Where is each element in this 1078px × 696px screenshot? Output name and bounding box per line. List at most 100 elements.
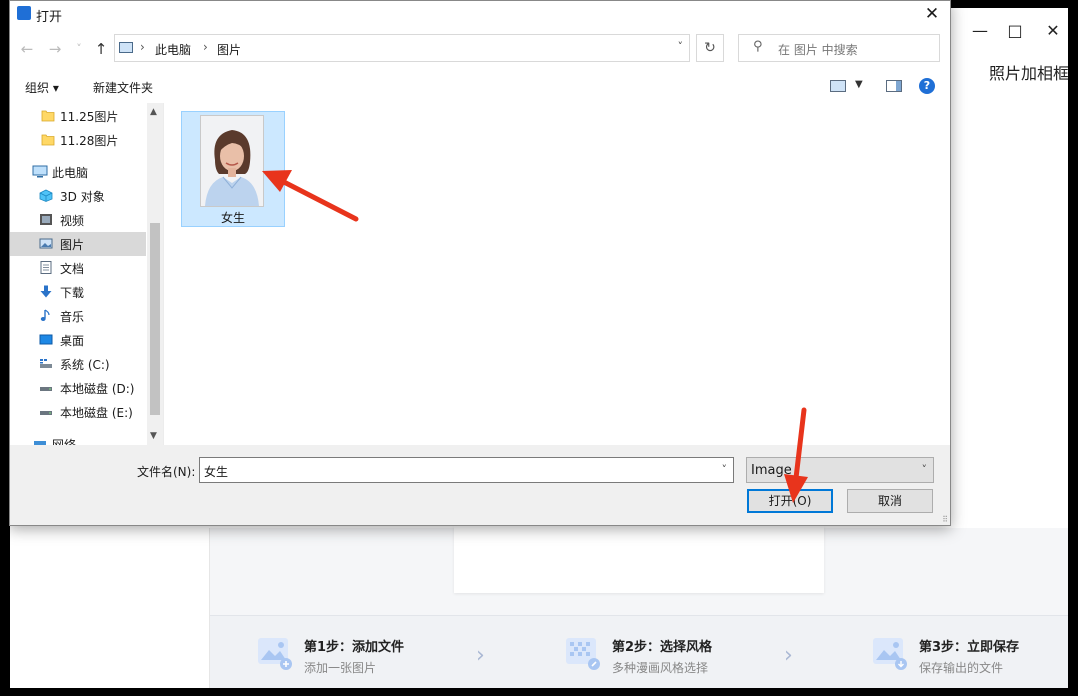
step-subtitle: 多种漫画风格选择 <box>612 661 709 675</box>
app-title: 照片加相框 <box>989 64 1068 83</box>
preview-pane-icon[interactable] <box>886 80 902 92</box>
nav-item-label: 3D 对象 <box>60 190 105 204</box>
dialog-title: 打开 <box>36 10 63 25</box>
resize-grip-icon[interactable]: ⠿ <box>942 515 948 524</box>
nav-item-11-25[interactable]: 11.25图片 <box>10 104 146 128</box>
chevron-right-icon: › <box>476 643 485 668</box>
portrait-image <box>201 116 263 206</box>
image-save-icon <box>873 638 907 670</box>
filetype-value: Image <box>751 463 792 478</box>
address-bar[interactable]: › 此电脑 › 图片 ˅ <box>114 34 690 62</box>
chevron-down-icon[interactable]: ˅ <box>922 463 928 476</box>
nav-item-music[interactable]: 音乐 <box>10 304 146 328</box>
app-icon <box>17 6 31 20</box>
download-icon <box>40 285 52 298</box>
folder-icon <box>41 134 55 146</box>
nav-item-drive-c[interactable]: 系统 (C:) <box>10 352 146 376</box>
filename-value: 女生 <box>204 465 229 479</box>
view-icon[interactable] <box>830 80 846 92</box>
forward-button[interactable]: → <box>44 38 66 60</box>
nav-item-videos[interactable]: 视频 <box>10 208 146 232</box>
nav-item-desktop[interactable]: 桌面 <box>10 328 146 352</box>
nav-item-label: 系统 (C:) <box>60 358 110 372</box>
file-name-bar: 文件名(N): 女生 ˅ Image ˅ 打开(O) 取消 ⠿ <box>10 445 950 525</box>
nav-item-label: 11.28图片 <box>60 134 119 148</box>
nav-item-drive-e[interactable]: 本地磁盘 (E:) <box>10 400 146 424</box>
cancel-button[interactable]: 取消 <box>847 489 933 513</box>
video-icon <box>40 214 52 225</box>
nav-item-network[interactable]: 网络 <box>10 432 146 445</box>
search-icon: ⚲ <box>753 39 763 54</box>
file-list: 女生 <box>163 103 950 445</box>
nav-item-downloads[interactable]: 下载 <box>10 280 146 304</box>
computer-icon <box>32 165 48 178</box>
refresh-button[interactable]: ↻ <box>696 34 724 62</box>
network-icon <box>34 441 46 445</box>
file-item-nusheng[interactable]: 女生 <box>181 111 285 227</box>
drive-icon <box>40 387 52 391</box>
breadcrumb-separator: › <box>140 40 145 54</box>
desktop-icon <box>39 334 53 345</box>
nav-item-label: 文档 <box>60 262 85 276</box>
help-button[interactable]: ? <box>919 78 935 94</box>
new-folder-button[interactable]: 新建文件夹 <box>93 79 153 96</box>
chevron-right-icon: › <box>784 643 793 668</box>
command-bar: 组织 ▾ 新建文件夹 ▼ ? <box>10 69 950 104</box>
search-placeholder: 在 图片 中搜索 <box>778 43 858 57</box>
breadcrumb-pictures[interactable]: 图片 <box>217 41 241 58</box>
nav-item-label: 本地磁盘 (D:) <box>60 382 135 396</box>
navigation-pane: 11.25图片 11.28图片 此电脑 3D 对象 视频 图片 文档 下载 音乐… <box>10 103 163 445</box>
style-grid-icon <box>566 638 600 670</box>
nav-item-label: 音乐 <box>60 310 85 324</box>
step-title: 第2步：选择风格 <box>612 640 713 655</box>
chevron-down-icon[interactable]: ˅ <box>678 40 684 53</box>
preview-card <box>454 526 824 593</box>
nav-item-documents[interactable]: 文档 <box>10 256 146 280</box>
nav-item-label: 视频 <box>60 214 85 228</box>
step-subtitle: 保存输出的文件 <box>919 661 1004 675</box>
nav-item-label: 网络 <box>52 438 77 445</box>
dialog-close-button[interactable]: ✕ <box>920 2 944 26</box>
step-title: 第3步：立即保存 <box>919 640 1020 655</box>
nav-item-label: 桌面 <box>60 334 85 348</box>
chevron-down-icon[interactable]: ˅ <box>722 463 728 476</box>
maximize-button[interactable]: □ <box>1000 20 1030 42</box>
music-icon <box>40 309 50 321</box>
document-icon <box>40 261 52 274</box>
nav-item-drive-d[interactable]: 本地磁盘 (D:) <box>10 376 146 400</box>
scroll-thumb[interactable] <box>150 223 160 415</box>
folder-icon <box>41 110 55 122</box>
nav-item-pictures[interactable]: 图片 <box>10 232 146 256</box>
nav-item-3d-objects[interactable]: 3D 对象 <box>10 184 146 208</box>
chevron-down-icon[interactable]: ▼ <box>855 79 863 90</box>
filename-label: 文件名(N): <box>137 465 196 479</box>
nav-item-label: 此电脑 <box>52 166 89 180</box>
pictures-icon <box>39 238 53 249</box>
nav-item-label: 本地磁盘 (E:) <box>60 406 133 420</box>
scroll-down-icon[interactable]: ▼ <box>150 431 157 441</box>
step-title: 第1步：添加文件 <box>304 640 405 655</box>
minimize-button[interactable]: — <box>965 20 995 42</box>
pictures-icon <box>119 42 133 53</box>
up-button[interactable]: ↑ <box>90 38 112 60</box>
scroll-up-icon[interactable]: ▲ <box>150 107 157 117</box>
filetype-select[interactable]: Image ˅ <box>746 457 934 483</box>
organize-menu[interactable]: 组织 ▾ <box>25 79 59 96</box>
open-button[interactable]: 打开(O) <box>747 489 833 513</box>
filename-input[interactable]: 女生 ˅ <box>199 457 734 483</box>
nav-item-11-28[interactable]: 11.28图片 <box>10 128 146 152</box>
photo-thumbnail <box>200 115 264 207</box>
app-close-button[interactable]: ✕ <box>1038 20 1068 42</box>
recent-locations-button[interactable]: ˅ <box>68 38 90 60</box>
drive-icon <box>40 411 52 415</box>
system-drive-icon <box>40 359 52 368</box>
nav-item-label: 下载 <box>60 286 85 300</box>
breadcrumb-separator: › <box>203 40 208 54</box>
file-name: 女生 <box>220 211 245 225</box>
step-subtitle: 添加一张图片 <box>304 661 377 675</box>
breadcrumb-this-pc[interactable]: 此电脑 <box>155 41 191 58</box>
image-add-icon <box>258 638 292 670</box>
back-button[interactable]: ← <box>16 38 38 60</box>
search-input[interactable]: ⚲ 在 图片 中搜索 <box>738 34 940 62</box>
nav-item-this-pc[interactable]: 此电脑 <box>10 160 146 184</box>
